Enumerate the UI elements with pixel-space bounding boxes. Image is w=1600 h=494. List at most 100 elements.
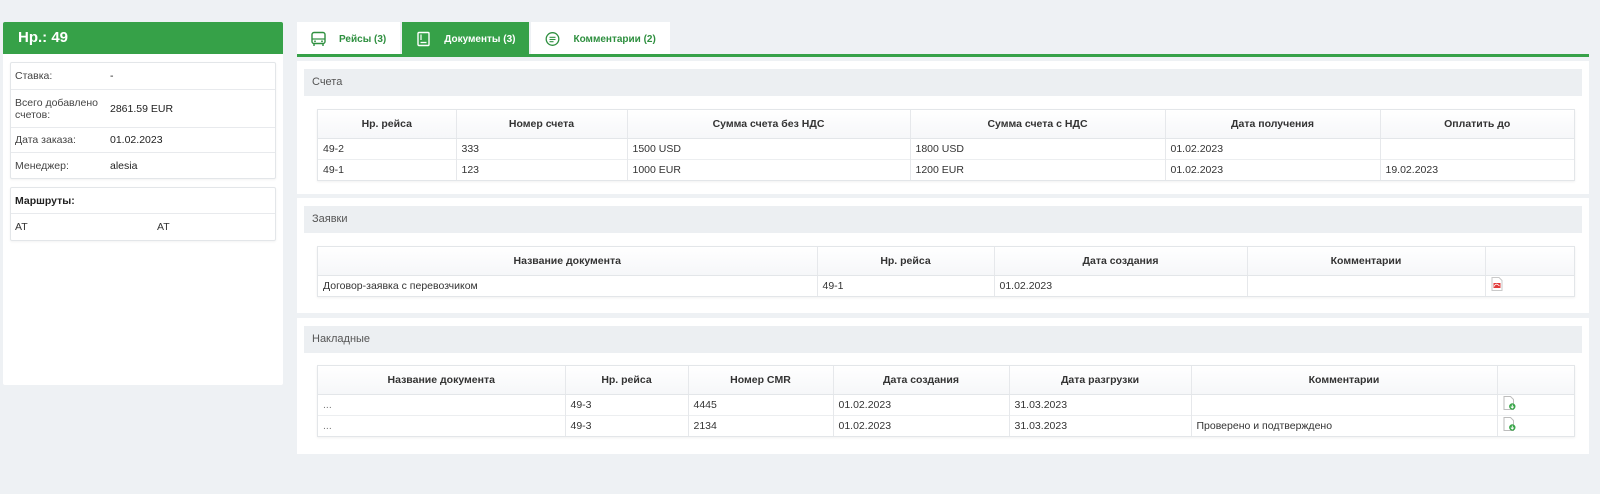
table-cell: 01.02.2023 [993,274,1247,296]
requests-section: Заявки Название документа Нр. рейса Дата… [297,198,1589,313]
info-value: alesia [110,159,138,172]
table-cell: 1200 EUR [909,158,1165,180]
tab-bar: Рейсы (3) Документы (3) Комментарии (2) [297,22,672,56]
table-cell [1484,274,1574,296]
table-cell: Проверено и подтверждено [1190,414,1497,436]
requests-table: Название документа Нр. рейса Дата создан… [318,247,1574,296]
table-cell [1379,137,1574,159]
invoices-section: Счета Нр. рейса Номер счета Сумма счета … [297,61,1589,194]
column-header[interactable]: Дата получения [1164,110,1380,139]
column-header [1484,247,1574,276]
pdf-icon[interactable] [1491,277,1502,292]
info-label: Ставка: [15,70,53,82]
info-row-manager: Менеджер: alesia [11,152,275,178]
table-cell: 1500 USD [626,137,910,159]
column-header[interactable]: Сумма счета без НДС [626,110,910,139]
column-header[interactable]: Дата создания [832,366,1009,395]
table-cell: 49-3 [564,414,688,436]
table-cell: 49-3 [564,393,688,415]
table-cell: 4445 [687,393,833,415]
table-cell: 49-1 [318,158,456,180]
table-header-row: Название документа Нр. рейса Номер CMR Д… [318,366,1574,395]
section-title: Накладные [304,326,1582,353]
download-document-icon[interactable] [1503,417,1515,432]
table-cell: 01.02.2023 [1164,137,1380,159]
column-header[interactable]: Комментарии [1246,247,1485,276]
table-cell: 333 [455,137,627,159]
column-header[interactable]: Название документа [318,366,565,395]
column-header[interactable]: Дата разгрузки [1008,366,1191,395]
table-cell: ... [318,393,565,415]
invoices-table: Нр. рейса Номер счета Сумма счета без НД… [318,110,1574,180]
column-header[interactable]: Сумма счета с НДС [909,110,1165,139]
routes-card: Маршруты: AT AT [10,187,276,241]
info-label: Дата заказа: [15,134,76,146]
tab-documents[interactable]: Документы (3) [402,22,530,56]
tab-underline [297,54,1589,57]
route-row: AT AT [11,214,275,240]
table-cell: 31.03.2023 [1008,414,1191,436]
table-cell: 2134 [687,414,833,436]
table-cell: 49-2 [318,137,456,159]
table-row[interactable]: ... 49-3 2134 01.02.2023 31.03.2023 Пров… [318,414,1574,436]
info-row-rate: Ставка: - [11,63,275,89]
column-header[interactable]: Нр. рейса [564,366,688,395]
table-cell: 01.02.2023 [832,414,1009,436]
table-cell [1246,274,1485,296]
table-cell: 49-1 [816,274,994,296]
document-icon [414,30,432,48]
column-header[interactable]: Название документа [318,247,817,276]
tab-label: Рейсы (3) [339,33,387,45]
order-title: Нр.: 49 [3,22,283,54]
table-cell: 31.03.2023 [1008,393,1191,415]
column-header[interactable]: Номер CMR [687,366,833,395]
table-cell: ... [318,414,565,436]
table-cell: 19.02.2023 [1379,158,1574,180]
download-document-icon[interactable] [1503,396,1515,410]
waybills-table: Название документа Нр. рейса Номер CMR Д… [318,366,1574,436]
info-value: 01.02.2023 [110,134,163,146]
column-header[interactable]: Номер счета [455,110,627,139]
table-header-row: Нр. рейса Номер счета Сумма счета без НД… [318,110,1574,139]
routes-title: Маршруты: [11,188,275,214]
order-info-card: Ставка: - Всего добавлено счетов: 2861.5… [10,62,276,179]
tab-label: Комментарии (2) [573,33,656,45]
table-cell: 123 [455,158,627,180]
waybills-table-wrap: Название документа Нр. рейса Номер CMR Д… [317,365,1575,437]
table-cell: 1800 USD [909,137,1165,159]
table-row[interactable]: 49-2 333 1500 USD 1800 USD 01.02.2023 [318,137,1574,159]
table-cell: 1000 EUR [626,158,910,180]
table-cell [1496,393,1574,415]
info-value: - [110,70,114,82]
section-title: Заявки [304,206,1582,233]
column-header[interactable]: Нр. рейса [318,110,456,139]
order-panel: Нр.: 49 Ставка: - Всего добавлено счетов… [3,22,283,385]
info-row-invoices-total: Всего добавлено счетов: 2861.59 EUR [11,89,275,127]
waybills-section: Накладные Название документа Нр. рейса Н… [297,318,1589,454]
table-cell [1190,393,1497,415]
table-header-row: Название документа Нр. рейса Дата создан… [318,247,1574,276]
invoices-table-wrap: Нр. рейса Номер счета Сумма счета без НД… [317,109,1575,181]
table-row[interactable]: Договор-заявка с перевозчиком 49-1 01.02… [318,274,1574,296]
requests-table-wrap: Название документа Нр. рейса Дата создан… [317,246,1575,297]
table-cell [1496,414,1574,436]
route-from: AT [15,221,28,233]
column-header [1496,366,1574,395]
route-to: AT [157,221,170,233]
tab-comments[interactable]: Комментарии (2) [531,22,670,56]
table-row[interactable]: ... 49-3 4445 01.02.2023 31.03.2023 [318,393,1574,415]
tab-trips[interactable]: Рейсы (3) [297,22,401,56]
info-value: 2861.59 EUR [110,102,174,115]
column-header[interactable]: Комментарии [1190,366,1497,395]
table-row[interactable]: 49-1 123 1000 EUR 1200 EUR 01.02.2023 19… [318,158,1574,180]
table-cell: 01.02.2023 [832,393,1009,415]
section-title: Счета [304,69,1582,96]
table-cell: 01.02.2023 [1164,158,1380,180]
column-header[interactable]: Дата создания [993,247,1247,276]
comment-icon [543,30,561,48]
column-header[interactable]: Нр. рейса [816,247,994,276]
info-label: Всего добавлено счетов: [15,96,98,121]
bus-icon [309,30,327,48]
info-label: Менеджер: [15,159,69,172]
column-header[interactable]: Оплатить до [1379,110,1574,139]
